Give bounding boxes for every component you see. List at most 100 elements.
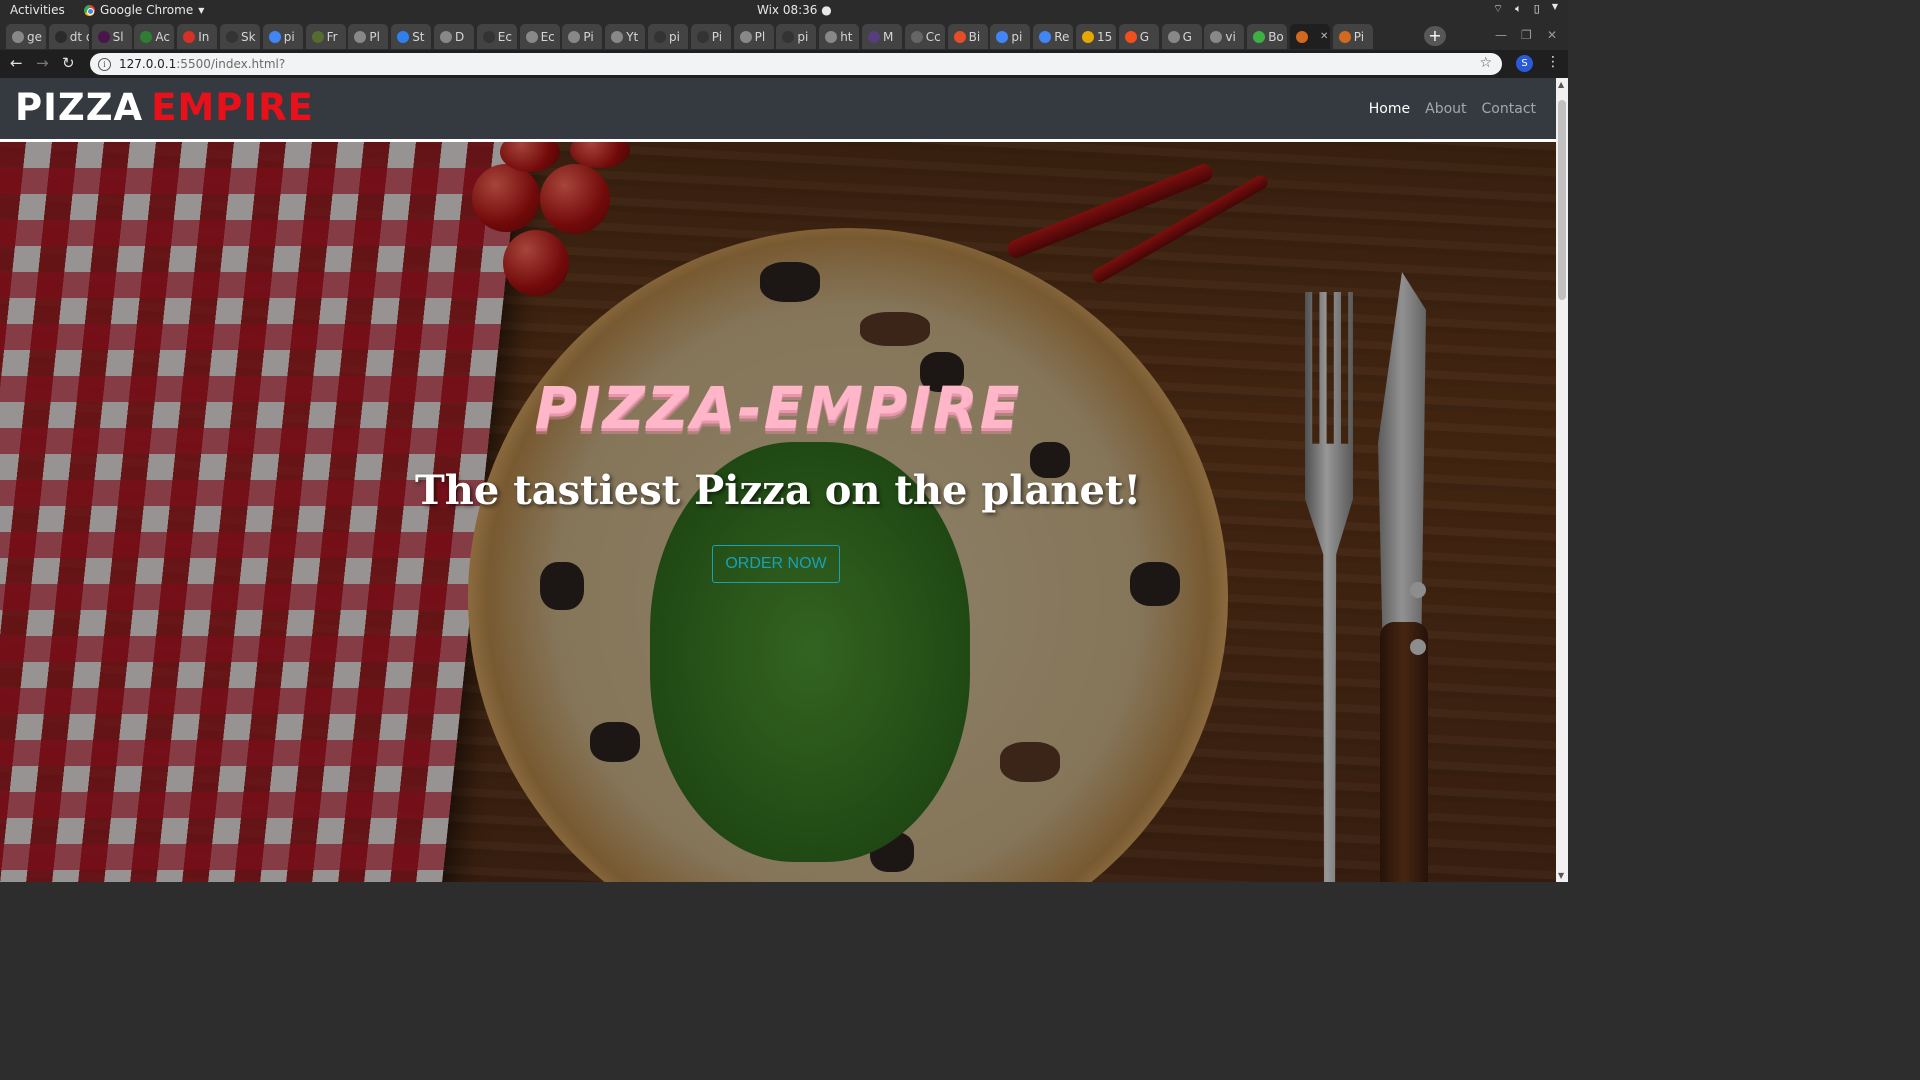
browser-tab[interactable]: Ec: [476, 24, 517, 49]
scrollbar-thumb[interactable]: [1558, 100, 1566, 300]
back-arrow-icon[interactable]: ←: [10, 54, 23, 72]
activities-button[interactable]: Activities: [10, 3, 65, 17]
tab-label: Re: [1054, 29, 1070, 44]
figma-icon: [1124, 30, 1137, 43]
wordpress-icon: [910, 30, 923, 43]
clock[interactable]: Wix 08:36 ●: [757, 3, 832, 17]
leaf-icon: [311, 30, 324, 43]
browser-tab[interactable]: Bo: [1247, 24, 1288, 49]
slack-icon: [97, 30, 110, 43]
chevron-down-icon: ▼: [1551, 2, 1558, 11]
browser-tab[interactable]: Pi: [562, 24, 603, 49]
brand-pizza: PIZZA: [15, 86, 144, 129]
browser-tab[interactable]: D: [434, 24, 474, 49]
page-scrollbar[interactable]: ▲ ▼: [1556, 78, 1568, 882]
browser-tab[interactable]: Pi: [690, 24, 731, 49]
tab-label: Yt: [626, 29, 639, 44]
nav-link-contact[interactable]: Contact: [1482, 101, 1536, 117]
google-icon: [996, 30, 1009, 43]
scroll-up-icon[interactable]: ▲: [1558, 80, 1564, 89]
pizza-icon: [1296, 30, 1308, 43]
restore-icon[interactable]: ❐: [1521, 28, 1532, 42]
forward-arrow-icon[interactable]: →: [36, 54, 49, 72]
browser-tab[interactable]: Fr: [305, 24, 346, 49]
github-icon: [696, 30, 709, 43]
browser-tab[interactable]: 15: [1076, 24, 1116, 49]
tab-label: 15: [1097, 29, 1113, 44]
browser-tab[interactable]: Pl: [733, 24, 774, 49]
globe-icon: [611, 30, 624, 43]
app-menu[interactable]: Google Chrome ▼: [84, 3, 204, 17]
tab-label: Sl: [112, 29, 124, 44]
browser-tab[interactable]: Ec: [519, 24, 560, 49]
system-tray[interactable]: ⌔ 🔈︎ ▯ ▼: [1493, 2, 1558, 16]
browser-tab[interactable]: Pi: [1332, 24, 1373, 49]
browser-tab[interactable]: Sk: [220, 24, 260, 49]
google-icon: [268, 30, 281, 43]
browser-tab[interactable]: In: [177, 24, 218, 49]
tab-label: pi: [797, 29, 809, 44]
browser-tab[interactable]: G: [1118, 24, 1159, 49]
hero-title: PIZZA-EMPIRE: [534, 374, 1022, 442]
browser-tab[interactable]: St: [391, 24, 432, 49]
reload-icon[interactable]: ↻: [62, 54, 75, 72]
nav-link-about[interactable]: About: [1425, 101, 1466, 117]
browser-tab[interactable]: Bi: [947, 24, 988, 49]
browser-tab[interactable]: pi: [648, 24, 688, 49]
browser-tab[interactable]: ge: [6, 24, 46, 49]
leaf-icon: [140, 30, 153, 43]
tab-label: Pi: [583, 29, 594, 44]
tab-label: Bi: [968, 29, 981, 44]
tab-label: Pl: [754, 29, 766, 44]
address-bar[interactable]: i 127.0.0.1:5500/index.html? ☆: [90, 53, 1502, 75]
browser-tab[interactable]: Re: [1033, 24, 1074, 49]
tab-label: Sk: [241, 29, 256, 44]
tab-label: D: [455, 29, 465, 44]
globe-icon: [568, 30, 581, 43]
browser-tab[interactable]: pi: [776, 24, 817, 49]
new-tab-button[interactable]: +: [1424, 26, 1446, 46]
nav-links: Home About Contact: [1369, 101, 1536, 117]
close-window-icon[interactable]: ✕: [1547, 28, 1557, 42]
browser-tab[interactable]: vi: [1204, 24, 1245, 49]
nav-link-home[interactable]: Home: [1369, 101, 1410, 117]
github-icon: [226, 30, 238, 43]
url-host: 127.0.0.1: [119, 57, 177, 71]
browser-tab[interactable]: ✕: [1290, 24, 1330, 49]
browser-tab[interactable]: Sl: [91, 24, 132, 49]
browser-tab[interactable]: Yt: [605, 24, 646, 49]
globe-icon: [440, 30, 452, 43]
wifi-icon: ⌔: [1492, 2, 1504, 15]
tab-label: vi: [1225, 29, 1236, 44]
pizza-icon: [1338, 30, 1351, 43]
tab-label: dt de: [69, 29, 89, 44]
volume-icon: 🔈︎: [1515, 2, 1522, 15]
github-icon: [782, 30, 795, 43]
hero-section: PIZZA-EMPIRE The tastiest Pizza on the p…: [0, 142, 1556, 882]
close-tab-icon[interactable]: ✕: [1320, 31, 1328, 42]
tab-label: St: [412, 29, 425, 44]
browser-tab[interactable]: G: [1161, 24, 1202, 49]
order-now-button[interactable]: ORDER NOW: [712, 545, 840, 583]
browser-tab[interactable]: ht: [819, 24, 860, 49]
bookmark-star-icon[interactable]: ☆: [1479, 55, 1492, 71]
chrome-icon: [84, 4, 95, 16]
brand-logo[interactable]: PIZZA EMPIRE: [15, 88, 314, 128]
scroll-down-icon[interactable]: ▼: [1558, 871, 1564, 880]
browser-tab[interactable]: Cc: [904, 24, 945, 49]
browser-tab[interactable]: Pl: [348, 24, 389, 49]
minimize-icon[interactable]: —: [1495, 28, 1507, 42]
globe-icon: [525, 30, 538, 43]
battery-icon: ▯: [1533, 2, 1540, 15]
browser-tab[interactable]: M: [862, 24, 902, 49]
tab-strip: Pi ✕ Bo vi G G 15 Re pi Bi Cc Mht pi Pl Pi pi Yt Pi Ec Ec D S…: [0, 21, 1568, 50]
tab-label: Pi: [711, 29, 723, 44]
tab-label: ht: [840, 29, 853, 44]
browser-tab[interactable]: dt de: [48, 24, 89, 49]
info-icon[interactable]: i: [98, 57, 111, 71]
browser-tab[interactable]: pi: [262, 24, 303, 49]
profile-avatar[interactable]: S: [1516, 55, 1533, 72]
menu-kebab-icon[interactable]: ⋮: [1546, 54, 1560, 70]
browser-tab[interactable]: Ac: [134, 24, 175, 49]
browser-tab[interactable]: pi: [990, 24, 1031, 49]
